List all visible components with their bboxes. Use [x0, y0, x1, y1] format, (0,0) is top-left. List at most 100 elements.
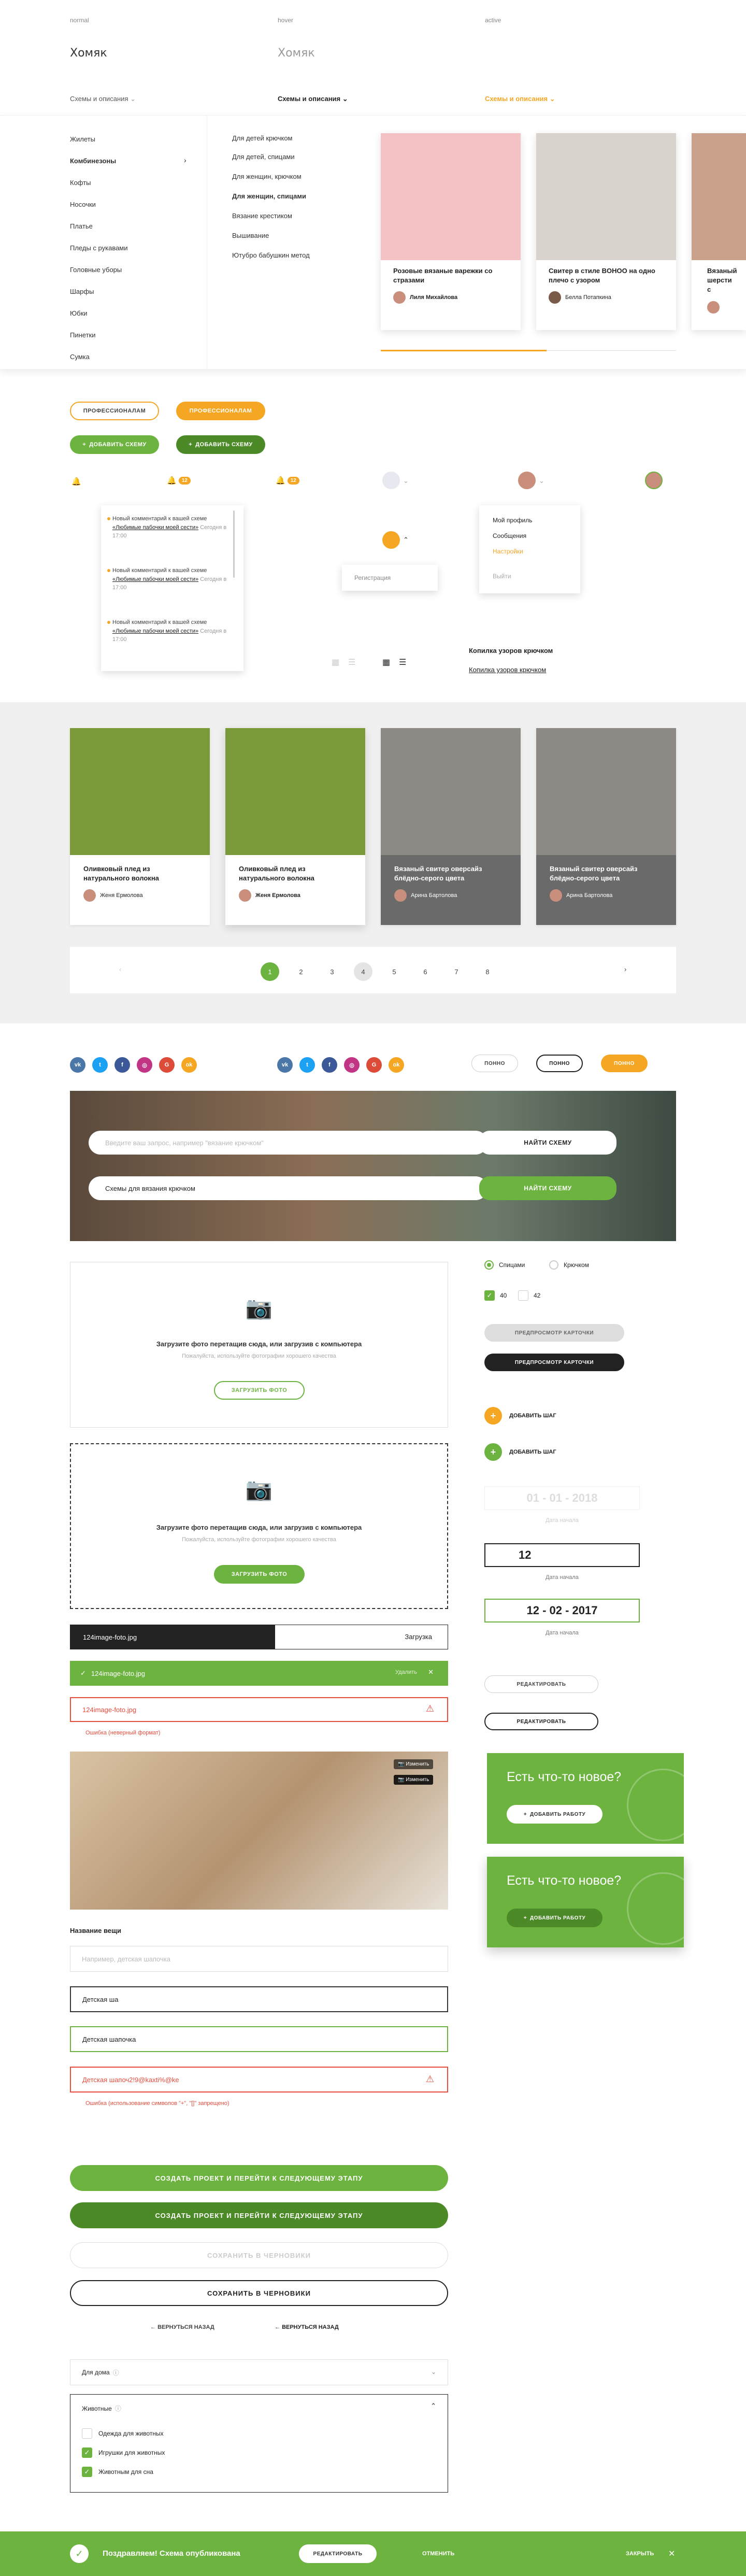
page-button[interactable]: 3	[323, 962, 341, 981]
edit-image-badge[interactable]: 📷 Изменить	[394, 1759, 434, 1769]
page-button[interactable]: 7	[447, 962, 466, 981]
select-option[interactable]: ✓ Игрушки для животных	[82, 2447, 165, 2458]
edit-button[interactable]: Редактировать	[484, 1675, 598, 1693]
add-step-button-hover[interactable]: + Добавить шаг	[484, 1443, 556, 1461]
instagram-icon[interactable]: ◎	[344, 1057, 360, 1073]
google-plus-icon[interactable]: G	[159, 1057, 175, 1073]
logo[interactable]: Хомяк	[70, 47, 107, 60]
messages-link[interactable]: Сообщения	[493, 532, 526, 539]
avatar[interactable]	[645, 472, 663, 489]
menu-card[interactable]: Вязаный шерсти с	[692, 133, 746, 330]
vk-icon[interactable]: vk	[70, 1057, 85, 1073]
category-select-open[interactable]: Животные ⓘ ⌃ Одежда для животных ✓ Игрушки…	[70, 2394, 448, 2493]
select-option[interactable]: ✓ Животным для сна	[82, 2467, 153, 2477]
radio-knit[interactable]: Спицами	[484, 1260, 525, 1270]
product-card[interactable]: Оливковый плед из натурального волокна Ж…	[70, 728, 210, 925]
bell-icon[interactable]: 🔔	[71, 477, 81, 486]
page-button[interactable]: 2	[292, 962, 310, 981]
menu-item[interactable]: Шарфы	[70, 288, 94, 295]
page-button[interactable]: 8	[478, 962, 497, 981]
upload-photo-button-active[interactable]: Загрузить фото	[214, 1565, 305, 1584]
add-scheme-button[interactable]: + Добавить схему	[70, 435, 159, 454]
find-scheme-button-active[interactable]: Найти схему	[479, 1176, 616, 1200]
page-button[interactable]: 6	[416, 962, 435, 981]
tag-pill-active[interactable]: Понно	[601, 1055, 648, 1072]
instagram-icon[interactable]: ◎	[137, 1057, 152, 1073]
checkbox[interactable]	[82, 2428, 92, 2439]
checkbox-40[interactable]: ✓ 40	[484, 1290, 507, 1301]
preview-card-button[interactable]: Предпросмотр карточки	[484, 1324, 624, 1342]
menu-item[interactable]: Ютубро бабушкин метод	[232, 251, 310, 259]
twitter-icon[interactable]: t	[299, 1057, 315, 1073]
date-input[interactable]: 01 - 01 - 2018	[484, 1486, 640, 1510]
bell-with-badge[interactable]: 🔔 12	[276, 476, 299, 485]
save-draft-button-disabled[interactable]: Сохранить в черновики	[70, 2242, 448, 2268]
menu-item[interactable]: Головные уборы	[70, 266, 122, 274]
name-input[interactable]: Например, детская шапочка	[70, 1946, 448, 1972]
notification-item[interactable]: Новый комментарий к вашей схеме «Любимые…	[107, 566, 229, 592]
back-button[interactable]: ← Вернуться назад	[150, 2324, 214, 2330]
page-button[interactable]: 5	[385, 962, 404, 981]
menu-item[interactable]: Комбинезоны	[70, 157, 116, 165]
category-select[interactable]: Для дома ⓘ ⌄	[70, 2359, 448, 2385]
menu-item[interactable]: Кофты	[70, 179, 91, 187]
menu-item[interactable]: Пледы с рукавами	[70, 244, 128, 252]
chevron-up-icon[interactable]: ⌃	[431, 2402, 436, 2410]
menu-item[interactable]: Для детей, спицами	[232, 153, 295, 161]
radio-crochet[interactable]: Крючком	[549, 1260, 589, 1270]
card-author[interactable]: Белла Потапкина	[565, 294, 611, 301]
vk-icon[interactable]: vk	[277, 1057, 293, 1073]
create-project-button[interactable]: Создать проект и перейти к следующему эт…	[70, 2165, 448, 2191]
upload-photo-button[interactable]: Загрузить фото	[214, 1381, 305, 1400]
card-author[interactable]: Женя Ермолова	[100, 892, 143, 899]
pro-button-outline[interactable]: Профессионалам	[70, 402, 159, 420]
checkbox-42[interactable]: 42	[518, 1290, 540, 1301]
register-dropdown[interactable]: Регистрация	[342, 565, 438, 591]
name-input-focused[interactable]: Детская ша	[70, 1986, 448, 2012]
menu-item[interactable]: Сумка	[70, 353, 90, 361]
twitter-icon[interactable]: t	[92, 1057, 108, 1073]
add-scheme-button-hover[interactable]: + Добавить схему	[176, 435, 265, 454]
card-author[interactable]: Лиля Михайлова	[410, 294, 457, 301]
prev-icon[interactable]: ‹	[119, 965, 121, 973]
preview-card-button-hover[interactable]: Предпросмотр карточки	[484, 1354, 624, 1371]
date-input-focused[interactable]: 12	[484, 1543, 640, 1567]
menu-item[interactable]: Носочки	[70, 201, 96, 208]
tag-pill[interactable]: Понно	[471, 1055, 518, 1072]
nav-schemes[interactable]: Схемы и описания ⌄	[70, 95, 136, 103]
card-author[interactable]: Арина Бартолова	[566, 892, 612, 899]
create-project-button-hover[interactable]: Создать проект и перейти к следующему эт…	[70, 2202, 448, 2228]
edit-button[interactable]: Редактировать	[299, 2544, 377, 2563]
menu-item[interactable]: Пинетки	[70, 331, 96, 339]
nav-schemes-active[interactable]: Схемы и описания ⌄	[485, 95, 555, 103]
avatar[interactable]	[518, 472, 536, 489]
nav-schemes-hover[interactable]: Схемы и описания ⌄	[278, 95, 348, 103]
product-card-hover[interactable]: Оливковый плед из натурального волокна Ж…	[225, 728, 365, 925]
logout-link[interactable]: Выйти	[493, 573, 511, 580]
notification-item[interactable]: Новый комментарий к вашей схеме «Любимые…	[107, 618, 229, 644]
notification-item[interactable]: Новый комментарий к вашей схеме «Любимые…	[107, 515, 229, 540]
user-icon-active[interactable]	[382, 531, 400, 549]
close-icon[interactable]: ✕	[668, 2549, 675, 2559]
product-card[interactable]: Вязаный свитер оверсайз блёдно-серого цв…	[381, 728, 521, 925]
back-button-hover[interactable]: ← Вернуться назад	[275, 2324, 339, 2330]
edit-image-badge-hover[interactable]: 📷 Изменить	[394, 1775, 434, 1785]
list-view-icon[interactable]: ☰	[348, 657, 355, 667]
save-draft-button[interactable]: Сохранить в черновики	[70, 2280, 448, 2306]
checkbox-checked[interactable]: ✓	[82, 2447, 92, 2458]
checkbox-checked[interactable]: ✓	[82, 2467, 92, 2477]
logo-hover[interactable]: Хомяк	[278, 47, 315, 60]
menu-item[interactable]: Для женщин, крючком	[232, 173, 302, 180]
grid-view-icon[interactable]: ▦	[332, 657, 339, 667]
google-plus-icon[interactable]: G	[366, 1057, 382, 1073]
menu-card[interactable]: Розовые вязаные варежки со стразами Лиля…	[381, 133, 521, 330]
date-input-valid[interactable]: 12 - 02 - 2017	[484, 1599, 640, 1623]
page-button[interactable]: 1	[261, 962, 279, 981]
menu-item[interactable]: Юбки	[70, 309, 88, 317]
collection-link[interactable]: Копилка узоров крючком	[469, 666, 546, 674]
bell-with-badge[interactable]: 🔔 12	[167, 476, 191, 485]
delete-link[interactable]: Удалить	[395, 1669, 417, 1675]
menu-item[interactable]: Вышивание	[232, 232, 269, 239]
tag-pill-hover[interactable]: Понно	[536, 1055, 583, 1072]
edit-button-hover[interactable]: Редактировать	[484, 1713, 598, 1730]
